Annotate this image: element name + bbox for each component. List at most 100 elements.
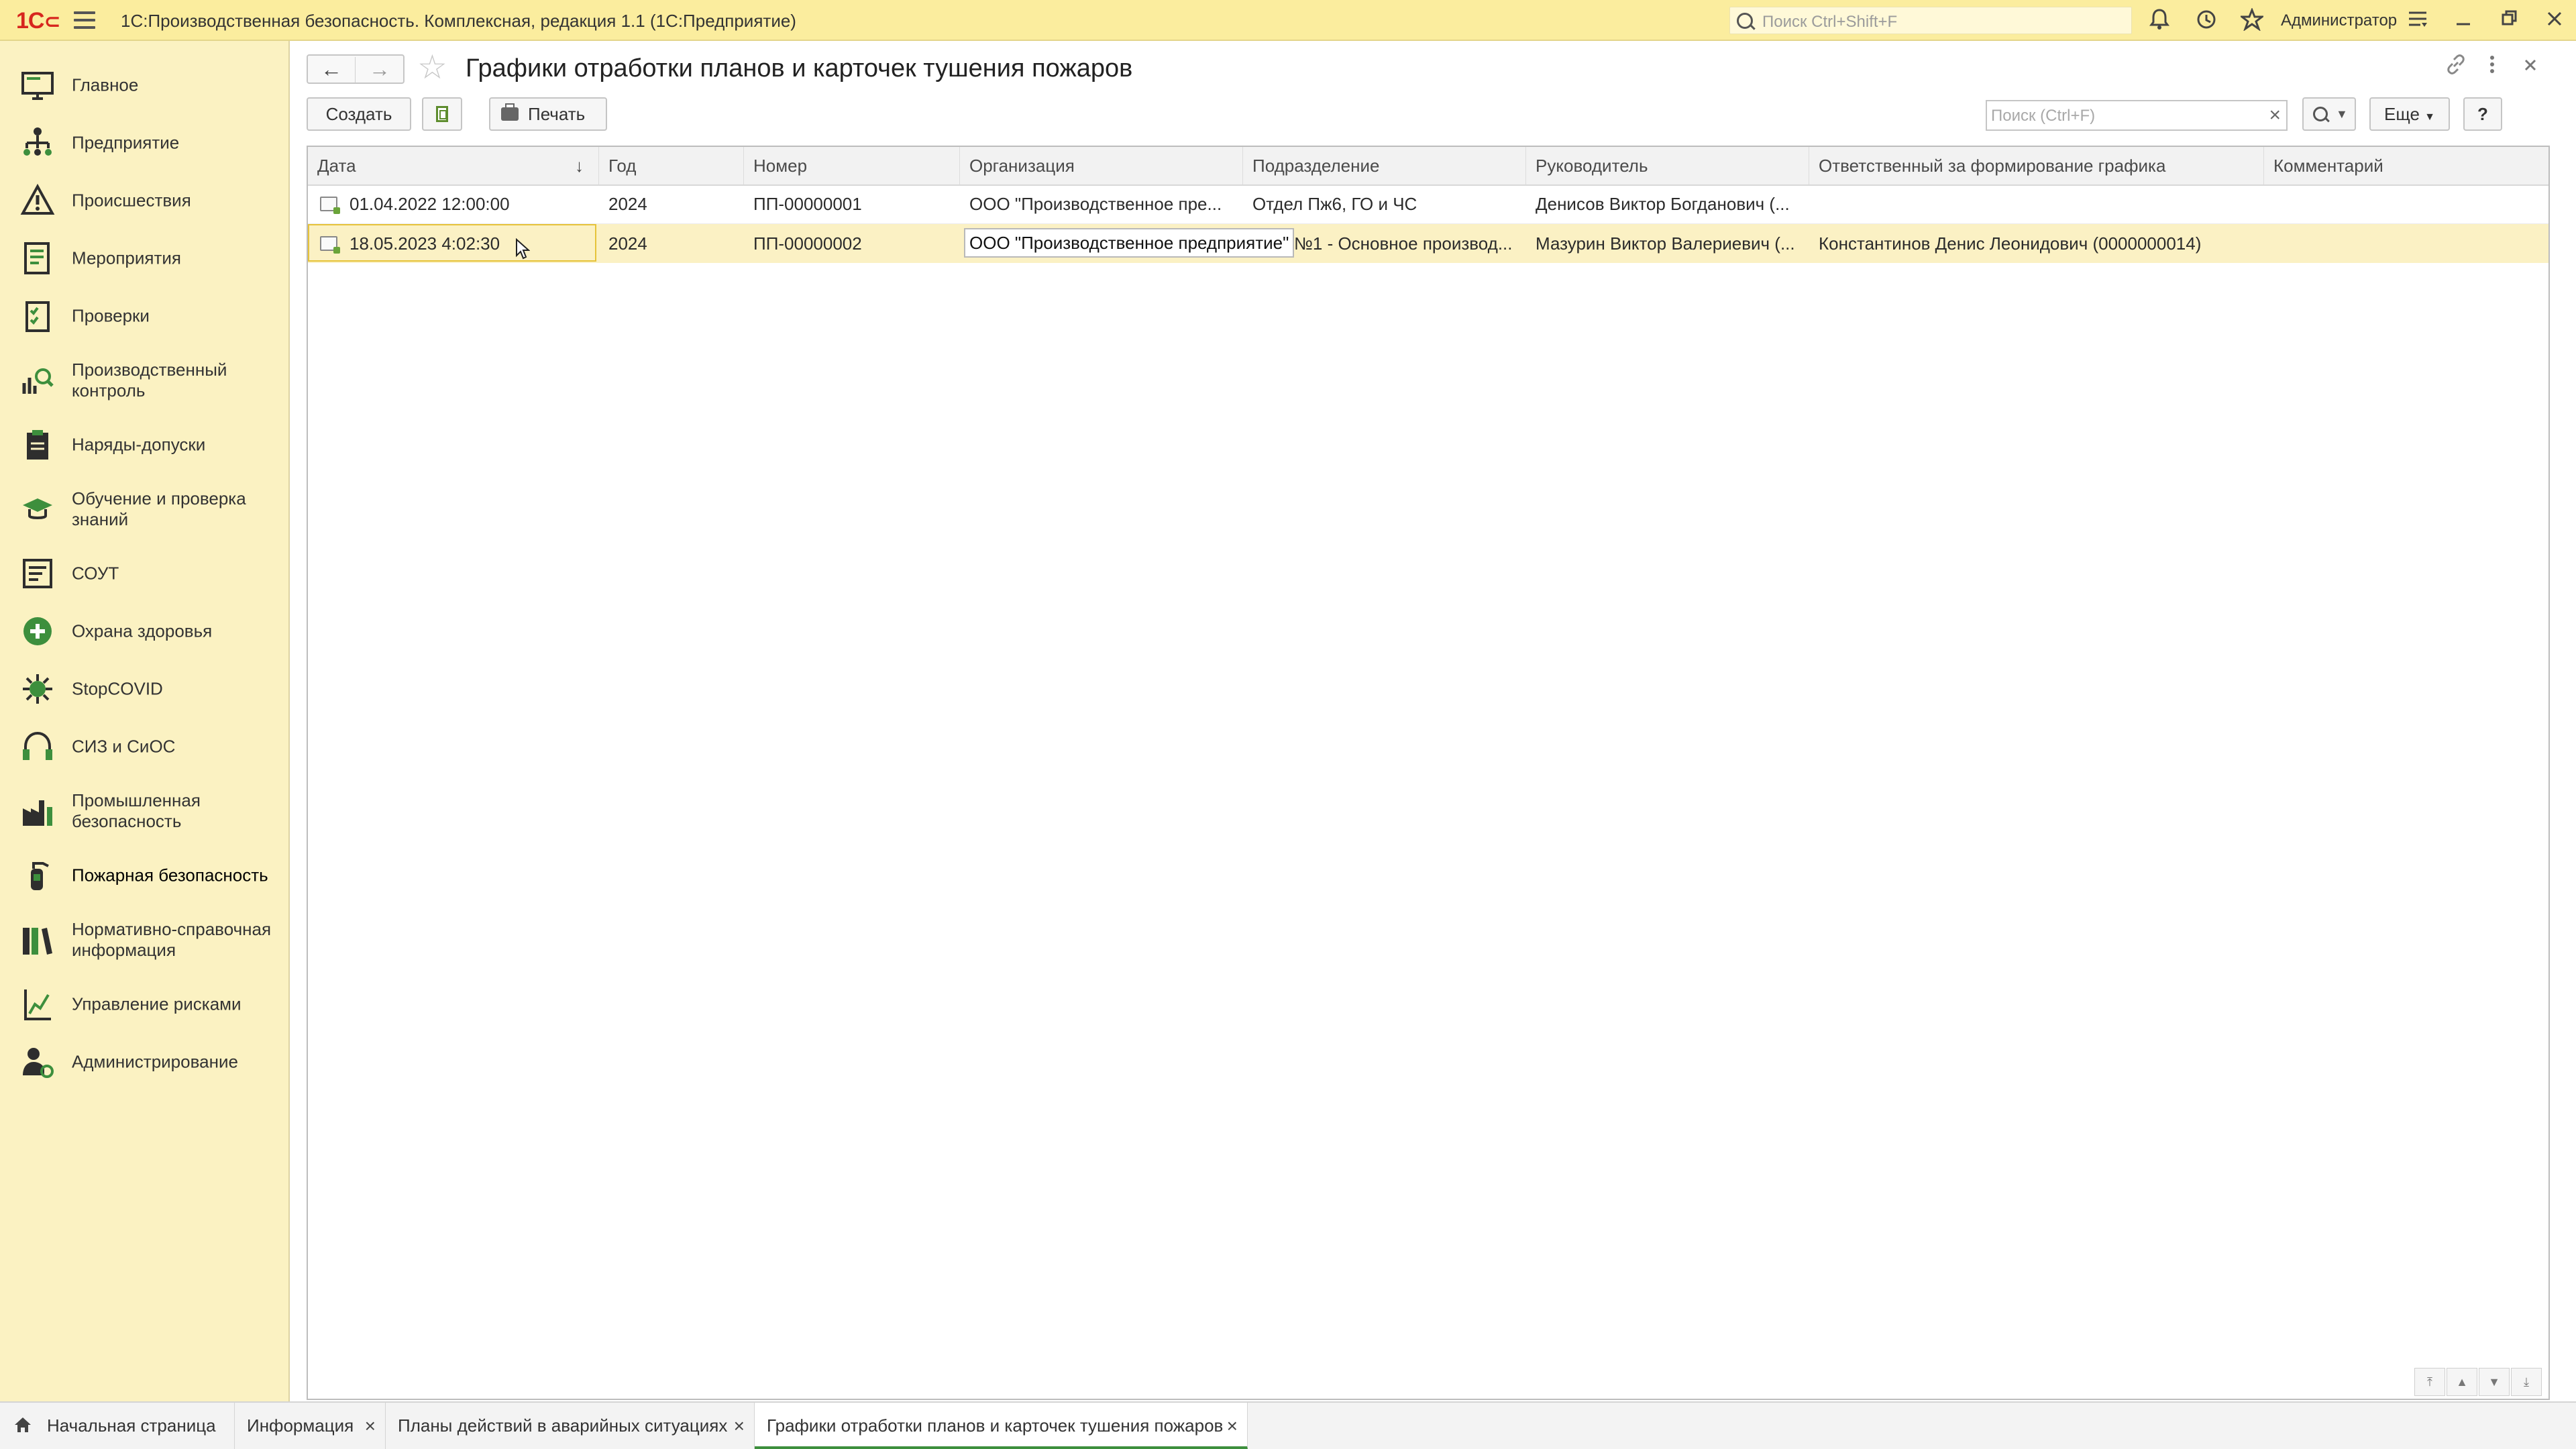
- more-vertical-icon[interactable]: [2487, 53, 2497, 81]
- settings-menu-icon[interactable]: [2407, 8, 2428, 34]
- document-list-icon: [23, 559, 52, 588]
- sort-desc-icon: ↓: [575, 156, 584, 176]
- risk-icon: [24, 989, 51, 1020]
- close-tab-icon[interactable]: ×: [365, 1403, 376, 1449]
- link-icon[interactable]: [2445, 53, 2467, 81]
- scroll-to-top-icon[interactable]: ⤒: [2414, 1368, 2445, 1396]
- sidebar-item-work-permits[interactable]: Наряды-допуски: [0, 418, 288, 472]
- sidebar-item-sout[interactable]: СОУТ: [0, 547, 288, 600]
- scroll-down-icon[interactable]: ▼: [2479, 1368, 2510, 1396]
- app-logo[interactable]: 1С⊂: [16, 8, 61, 34]
- organization-cell-tooltip: ООО "Производственное предприятие": [964, 228, 1295, 258]
- search-icon: [1737, 13, 1753, 29]
- column-header-comment[interactable]: Комментарий: [2264, 147, 2548, 184]
- fire-extinguisher-icon: [31, 862, 49, 890]
- sidebar-item-training[interactable]: Обучение и проверка знаний: [0, 476, 288, 543]
- list-search: ×: [1986, 100, 2288, 131]
- table-row[interactable]: 01.04.2022 12:00:00 2024 ПП-00000001 ООО…: [308, 184, 2548, 224]
- history-navigation: ← →: [307, 54, 405, 84]
- warning-icon: [20, 183, 55, 215]
- table-scroll-buttons: ⤒ ▲ ▼ ⤓: [2414, 1368, 2546, 1397]
- sidebar-item-risk-management[interactable]: Управление рисками: [0, 977, 288, 1031]
- list-icon: [24, 242, 50, 274]
- document-posted-icon: [320, 236, 340, 254]
- education-icon: [23, 498, 52, 519]
- sidebar-item-administration[interactable]: Администрирование: [0, 1035, 288, 1089]
- search-options-button[interactable]: ▼: [2302, 97, 2356, 131]
- restore-icon[interactable]: [2501, 8, 2517, 34]
- column-header-year[interactable]: Год: [599, 147, 744, 184]
- books-icon: [23, 928, 52, 955]
- sidebar-item-activities[interactable]: Мероприятия: [0, 231, 288, 285]
- tab-information[interactable]: Информация ×: [235, 1403, 386, 1449]
- medical-cross-icon: [23, 617, 52, 645]
- open-windows-bar: Начальная страница Информация × Планы дей…: [0, 1401, 2576, 1449]
- more-actions-button[interactable]: Еще ▼: [2369, 97, 2450, 131]
- copy-document-icon: [436, 106, 448, 122]
- column-header-head[interactable]: Руководитель: [1526, 147, 1809, 184]
- chart-magnifier-icon: [22, 368, 54, 394]
- title-bar: 1С⊂ 1С:Производственная безопасность. Ко…: [0, 0, 2576, 41]
- sidebar-item-fire-safety[interactable]: Пожарная безопасность: [0, 849, 288, 902]
- forward-arrow-icon[interactable]: →: [356, 57, 403, 83]
- search-input[interactable]: [1987, 101, 2254, 131]
- sidebar-item-enterprise[interactable]: Предприятие: [0, 116, 288, 170]
- history-icon[interactable]: [2195, 8, 2218, 36]
- org-structure-icon: [23, 127, 52, 156]
- tab-fire-drill-schedules[interactable]: Графики отработки планов и карточек туше…: [755, 1403, 1248, 1449]
- sidebar-item-ppe[interactable]: СИЗ и СиОС: [0, 720, 288, 773]
- sidebar-item-inspections[interactable]: Проверки: [0, 289, 288, 343]
- scroll-up-icon[interactable]: ▲: [2447, 1368, 2477, 1396]
- close-window-icon[interactable]: [2546, 8, 2563, 34]
- table-header: Дата ↓ Год Номер Организация Подразделени…: [308, 147, 2548, 186]
- tab-home[interactable]: Начальная страница: [0, 1403, 235, 1449]
- sidebar-item-main[interactable]: Главное: [0, 58, 288, 112]
- close-tab-icon[interactable]: ×: [1227, 1403, 1238, 1449]
- scroll-to-bottom-icon[interactable]: ⤓: [2511, 1368, 2542, 1396]
- favorites-star-icon[interactable]: [2239, 7, 2265, 36]
- page-title: Графики отработки планов и карточек туше…: [466, 54, 1133, 83]
- admin-user-icon: [23, 1048, 54, 1078]
- print-button[interactable]: Печать: [489, 97, 607, 131]
- create-button[interactable]: Создать: [307, 97, 411, 131]
- checklist-icon: [25, 301, 50, 332]
- printer-icon: [501, 103, 519, 121]
- sections-panel: Главное Предприятие Происшествия Меропри…: [0, 41, 290, 1401]
- column-header-responsible[interactable]: Ответственный за формирование графика: [1809, 147, 2264, 184]
- global-search-input[interactable]: Поиск Ctrl+Shift+F: [1729, 7, 2132, 34]
- table-row-selected[interactable]: 18.05.2023 4:02:30 2024 ПП-00000002 №1 -…: [308, 224, 2548, 263]
- sidebar-item-reference-info[interactable]: Нормативно-справочная информация: [0, 906, 288, 973]
- sidebar-item-stopcovid[interactable]: StopCOVID: [0, 662, 288, 716]
- form-area: ← → ☆ Графики отработки планов и карточе…: [290, 41, 2576, 1401]
- app-title: 1С:Производственная безопасность. Компле…: [121, 11, 796, 31]
- column-header-date[interactable]: Дата ↓: [308, 147, 599, 184]
- sidebar-item-production-control[interactable]: Производственный контроль: [0, 347, 288, 414]
- clipboard-icon: [27, 430, 48, 460]
- copy-button[interactable]: [422, 97, 462, 131]
- current-user[interactable]: Администратор: [2281, 11, 2397, 30]
- documents-table: Дата ↓ Год Номер Организация Подразделени…: [307, 146, 2550, 1400]
- search-icon: [2313, 107, 2328, 121]
- back-arrow-icon[interactable]: ←: [308, 57, 356, 83]
- tab-emergency-action-plans[interactable]: Планы действий в аварийных ситуациях ×: [386, 1403, 755, 1449]
- mouse-pointer-icon: [516, 238, 530, 260]
- sidebar-item-health[interactable]: Охрана здоровья: [0, 604, 288, 658]
- home-icon: [15, 1417, 31, 1432]
- main-menu-icon[interactable]: [74, 11, 95, 29]
- factory-icon: [23, 800, 52, 826]
- column-header-organization[interactable]: Организация: [960, 147, 1243, 184]
- sidebar-item-industrial-safety[interactable]: Промышленная безопасность: [0, 777, 288, 845]
- minimize-icon[interactable]: [2455, 8, 2471, 34]
- close-tab-icon[interactable]: ×: [734, 1403, 745, 1449]
- notifications-bell-icon[interactable]: [2149, 8, 2169, 36]
- column-header-department[interactable]: Подразделение: [1243, 147, 1526, 184]
- column-header-number[interactable]: Номер: [744, 147, 960, 184]
- clear-search-icon[interactable]: ×: [2269, 104, 2281, 127]
- sidebar-item-incidents[interactable]: Происшествия: [0, 174, 288, 227]
- close-form-icon[interactable]: [2522, 53, 2538, 81]
- favorite-star-icon[interactable]: ☆: [417, 50, 447, 84]
- dropdown-arrow-icon: ▼: [2336, 107, 2348, 121]
- monitor-icon: [21, 72, 54, 100]
- help-button[interactable]: ?: [2463, 97, 2502, 131]
- document-posted-icon: [320, 197, 340, 214]
